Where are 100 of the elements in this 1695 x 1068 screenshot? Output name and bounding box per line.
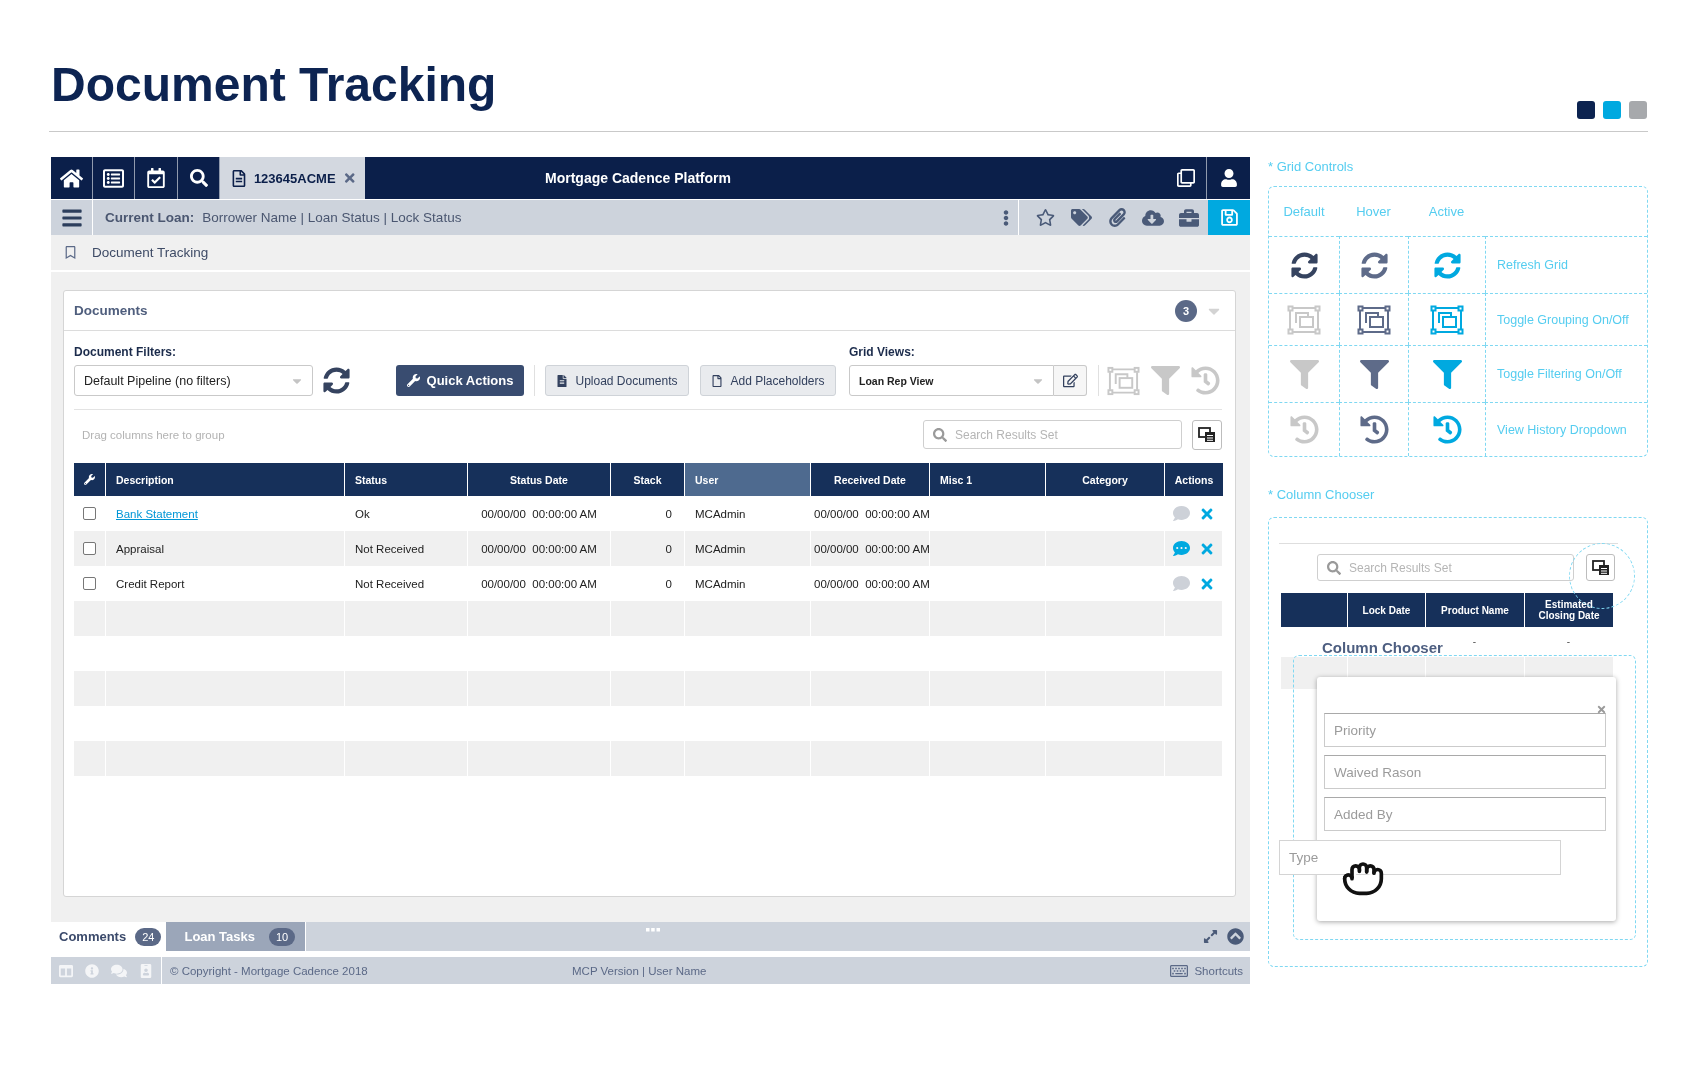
status-text: Not Received <box>355 542 425 555</box>
section-title: * Grid Controls <box>1268 159 1355 175</box>
control-description: Toggle Filtering On/Off <box>1497 367 1622 381</box>
add-placeholder-button[interactable]: Add Placeholders <box>700 365 836 396</box>
search-icon <box>933 427 947 442</box>
document-name: Appraisal <box>116 542 164 555</box>
filter-label: Document Filters: <box>74 345 177 360</box>
grip-icon[interactable] <box>645 928 660 932</box>
quick-actions-button[interactable]: Quick Actions <box>396 365 524 396</box>
close-icon[interactable] <box>1596 704 1607 715</box>
row-checkbox[interactable] <box>83 507 96 520</box>
column-header[interactable]: Stack <box>611 463 685 496</box>
edit-icon <box>1062 373 1078 388</box>
comment-icon[interactable] <box>1173 540 1190 557</box>
column-header[interactable]: Misc 1 <box>930 463 1046 496</box>
filter-select[interactable]: Default Pipeline (no filters) <box>74 365 313 396</box>
upload-button[interactable]: Upload Documents <box>545 365 689 396</box>
stacked-squares-icon <box>1430 304 1464 335</box>
column-header[interactable]: Category <box>1046 463 1165 496</box>
column-header <box>1281 593 1347 627</box>
column-header[interactable]: Estimated Closing Date <box>1524 593 1613 627</box>
state-label: Active <box>1428 204 1465 219</box>
chooser-title: Column Chooser <box>1322 638 1443 657</box>
state-label: Hover <box>1356 204 1391 219</box>
edit-view-button[interactable] <box>1054 365 1087 396</box>
history-icon <box>1359 415 1389 444</box>
document-name: Credit Report <box>116 577 185 590</box>
column-header[interactable]: Status <box>345 463 468 496</box>
grid-view-select[interactable]: Loan Rep View <box>849 365 1054 396</box>
section-title: * Column Chooser <box>1268 487 1376 503</box>
save-icon <box>1219 208 1239 227</box>
column-chooser-button[interactable] <box>1192 419 1222 450</box>
bottom-tab[interactable]: Comments 24 <box>51 922 167 951</box>
home-icon <box>60 166 83 190</box>
count-badge: 24 <box>135 927 162 946</box>
column-header[interactable]: Description <box>106 463 345 496</box>
column-header[interactable]: Received Date <box>811 463 930 496</box>
row-checkbox[interactable] <box>83 577 96 590</box>
breadcrumb-text: Document Tracking <box>92 245 209 260</box>
search-icon <box>189 169 208 187</box>
stacked-squares-icon <box>1107 365 1140 396</box>
page-title: Document Tracking <box>51 59 497 111</box>
cell-dash: - <box>1566 636 1571 648</box>
history-icon <box>1289 415 1319 444</box>
status-text: Ok <box>355 507 370 520</box>
column-header[interactable]: Lock Date <box>1347 593 1425 627</box>
stacked-squares-icon <box>1287 304 1321 335</box>
column-header[interactable]: Actions <box>1165 463 1223 496</box>
group-hint: Drag columns here to group <box>82 428 225 441</box>
shortcuts-link[interactable]: Shortcuts <box>1194 964 1243 977</box>
user-name: MCAdmin <box>695 507 746 520</box>
version-text: MCP Version | User Name <box>572 964 708 977</box>
count-badge: 10 <box>269 927 296 946</box>
grid-views-label: Grid Views: <box>849 345 916 360</box>
received-date: 00/00/00 00:00:00 AM <box>814 542 930 555</box>
column-header[interactable]: Product Name <box>1425 593 1524 627</box>
blank-file-icon <box>711 374 724 387</box>
column-header[interactable]: Status Date <box>468 463 611 496</box>
bookmark-icon[interactable] <box>64 246 77 259</box>
expand-icon[interactable] <box>1203 929 1218 944</box>
status-date: 00/00/00 00:00:00 AM <box>481 507 597 520</box>
history-icon <box>1432 415 1462 444</box>
refresh-icon <box>1360 251 1388 279</box>
filter-icon <box>1150 366 1180 395</box>
control-description: View History Dropdown <box>1497 422 1627 437</box>
app-title: Mortgage Cadence Platform <box>545 170 731 186</box>
state-label: Default <box>1283 204 1325 219</box>
refresh-button[interactable] <box>322 365 350 396</box>
chevron-up-icon[interactable] <box>1227 928 1244 945</box>
status-date: 00/00/00 00:00:00 AM <box>481 577 597 590</box>
refresh-icon <box>322 367 350 394</box>
wrench-icon[interactable] <box>84 472 95 487</box>
star-icon <box>1035 208 1055 227</box>
stack-count: 0 <box>665 577 672 590</box>
user-name: MCAdmin <box>695 542 746 555</box>
count-badge: 3 <box>1175 299 1197 322</box>
filter-icon <box>1359 359 1389 389</box>
close-icon[interactable] <box>343 171 355 185</box>
filter-icon <box>1432 359 1462 389</box>
loan-tab[interactable]: 123645ACME <box>220 157 365 199</box>
received-date: 00/00/00 00:00:00 AM <box>814 507 930 520</box>
wrench-icon <box>406 374 420 387</box>
stack-count: 0 <box>665 542 672 555</box>
filter-icon <box>1289 359 1319 389</box>
copy-icon <box>1176 169 1195 187</box>
row-checkbox[interactable] <box>83 542 96 555</box>
panel-title: Documents <box>74 303 148 318</box>
control-description: Refresh Grid <box>1497 258 1568 272</box>
column-header[interactable]: User <box>685 463 811 496</box>
list-icon <box>103 167 124 189</box>
tag-icon <box>1070 207 1092 228</box>
current-loan-label: Current Loan: <box>105 210 195 225</box>
status-date: 00/00/00 00:00:00 AM <box>481 542 597 555</box>
column-chooser-button[interactable] <box>1586 554 1615 581</box>
user-icon <box>1219 169 1238 187</box>
status-text: Not Received <box>355 577 425 590</box>
received-date: 00/00/00 00:00:00 AM <box>814 577 930 590</box>
bottom-tab[interactable]: Loan Tasks 10 <box>166 922 307 951</box>
document-icon <box>232 169 246 187</box>
columns-icon <box>1198 426 1216 443</box>
